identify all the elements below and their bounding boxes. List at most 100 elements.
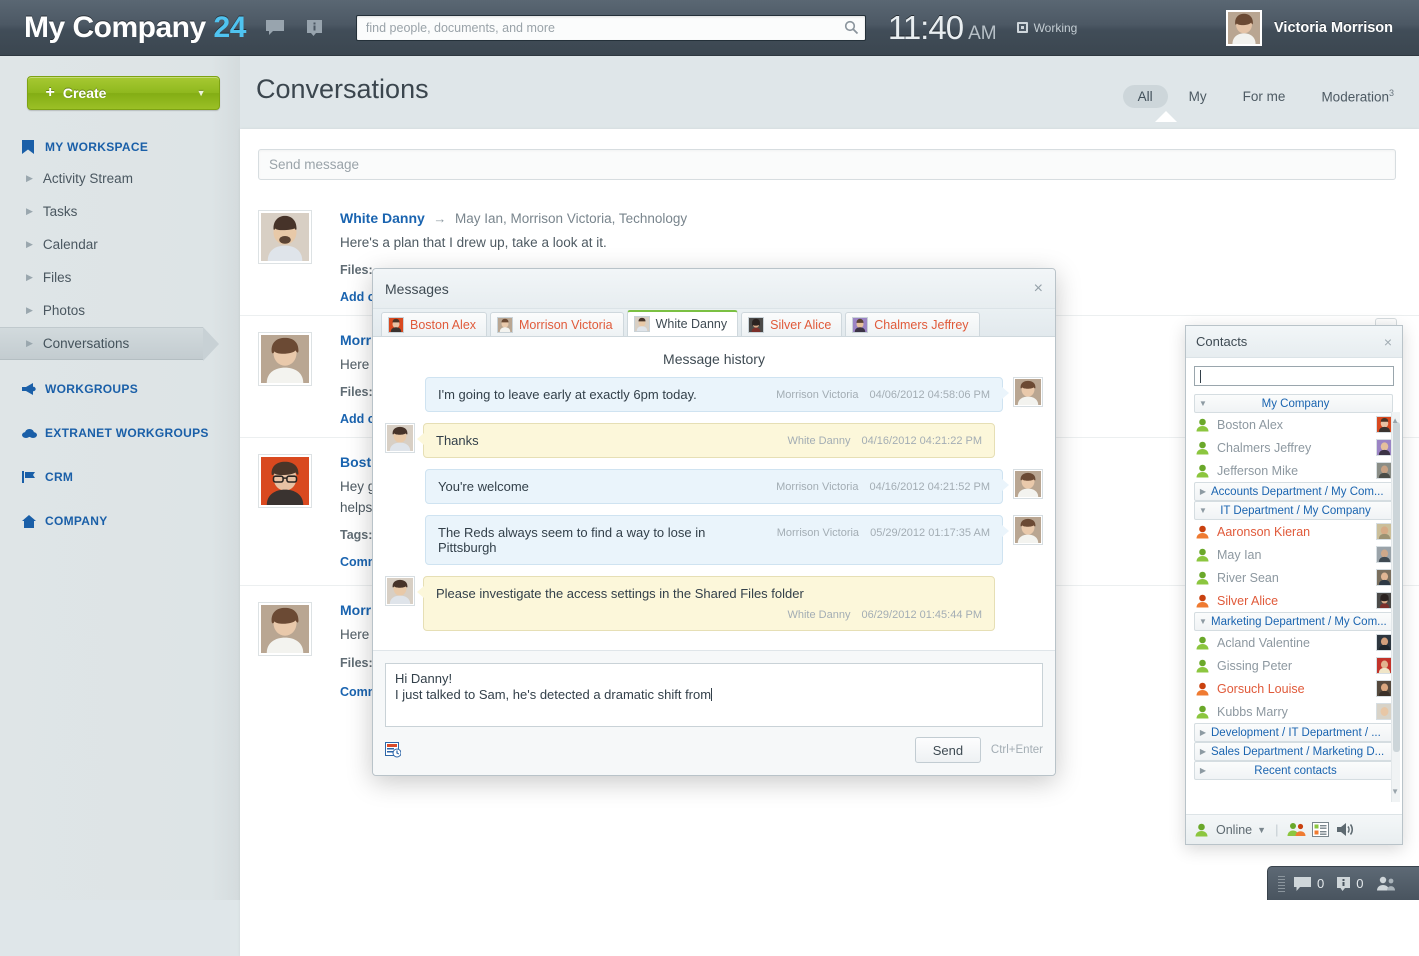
- message-tab-morrison-victoria[interactable]: Morrison Victoria: [490, 312, 624, 336]
- create-button[interactable]: + Create ▼: [27, 76, 220, 110]
- current-user[interactable]: Victoria Morrison: [1226, 10, 1393, 46]
- sidebar-item-photos[interactable]: ▶ Photos: [0, 294, 240, 327]
- chat-icon: [1294, 877, 1311, 891]
- close-icon[interactable]: ×: [1034, 281, 1043, 297]
- sound-icon[interactable]: [1337, 822, 1355, 838]
- chevron-up-icon[interactable]: ▲: [1391, 416, 1399, 425]
- sidebar-group-label: WORKGROUPS: [45, 382, 138, 396]
- tab-label: My: [1189, 89, 1207, 104]
- arrow-icon: →: [433, 211, 446, 226]
- tab-label: For me: [1243, 89, 1286, 104]
- sidebar-item-calendar[interactable]: ▶ Calendar: [0, 228, 240, 261]
- contact-item[interactable]: May Ian: [1186, 543, 1402, 566]
- status-selector-label[interactable]: Online: [1216, 823, 1252, 837]
- contacts-group-recent-contacts[interactable]: ▶ Recent contacts: [1194, 761, 1393, 780]
- app-logo[interactable]: My Company 24: [24, 11, 246, 45]
- contact-item[interactable]: Gorsuch Louise: [1186, 677, 1402, 700]
- add-comment-link[interactable]: Add c: [340, 290, 375, 304]
- post-author[interactable]: White Danny: [340, 210, 425, 226]
- avatar: [385, 423, 415, 453]
- sidebar-item-conversations[interactable]: ▶ Conversations: [0, 327, 203, 360]
- message-history-icon[interactable]: [385, 742, 401, 758]
- contact-item[interactable]: Gissing Peter: [1186, 654, 1402, 677]
- tab-my[interactable]: My: [1174, 85, 1222, 108]
- sidebar-group-my-workspace[interactable]: MY WORKSPACE: [0, 132, 240, 162]
- contact-item[interactable]: Boston Alex: [1186, 413, 1402, 436]
- scrollbar-thumb[interactable]: [1393, 422, 1400, 752]
- message-tab-label: Boston Alex: [410, 318, 476, 332]
- sidebar-group-company[interactable]: COMPANY: [0, 506, 240, 536]
- chevron-down-icon[interactable]: ▼: [1257, 825, 1266, 835]
- contacts-group-my-company[interactable]: ▼ My Company: [1194, 394, 1393, 413]
- tab-all[interactable]: All: [1123, 85, 1168, 108]
- chevron-right-icon: ▶: [1195, 728, 1211, 737]
- chat-icon[interactable]: [264, 17, 286, 39]
- contact-item[interactable]: Chalmers Jeffrey: [1186, 436, 1402, 459]
- tab-moderation[interactable]: Moderation3: [1306, 84, 1409, 109]
- contact-list-icon[interactable]: [1312, 822, 1330, 838]
- search-input[interactable]: [356, 15, 866, 41]
- contacts-search-input[interactable]: [1194, 366, 1394, 386]
- message-tab-silver-alice[interactable]: Silver Alice: [741, 312, 842, 336]
- spacer: [0, 360, 240, 374]
- close-icon[interactable]: ×: [1384, 334, 1392, 350]
- sidebar-item-files[interactable]: ▶ Files: [0, 261, 240, 294]
- message-time: 04/16/2012 04:21:22 PM: [862, 435, 982, 447]
- sidebar-item-label: Activity Stream: [43, 171, 133, 186]
- sidebar-group-workgroups[interactable]: WORKGROUPS: [0, 374, 240, 404]
- compose-input[interactable]: Hi Danny! I just talked to Sam, he's det…: [385, 663, 1043, 727]
- contact-item[interactable]: Aaronson Kieran: [1186, 520, 1402, 543]
- taskbar-messages[interactable]: 0: [1294, 876, 1324, 891]
- contact-item[interactable]: Kubbs Marry: [1186, 700, 1402, 723]
- contact-item[interactable]: Acland Valentine: [1186, 631, 1402, 654]
- sidebar-group-crm[interactable]: CRM: [0, 462, 240, 492]
- contacts-group-marketing-department[interactable]: ▼ Marketing Department / My Com...: [1194, 612, 1393, 631]
- search-icon[interactable]: [844, 20, 860, 36]
- contacts-group-sales-department[interactable]: ▶ Sales Department / Marketing D...: [1194, 742, 1393, 761]
- sidebar-item-activity-stream[interactable]: ▶ Activity Stream: [0, 162, 240, 195]
- user-status-icon: [1195, 823, 1208, 837]
- user-status-icon: [1196, 659, 1209, 673]
- contact-name: Gissing Peter: [1217, 659, 1376, 673]
- contacts-group-it-department[interactable]: ▼ IT Department / My Company: [1194, 501, 1393, 520]
- sidebar-item-tasks[interactable]: ▶ Tasks: [0, 195, 240, 228]
- contacts-group-development[interactable]: ▶ Development / IT Department / ...: [1194, 723, 1393, 742]
- flag-icon: [22, 471, 37, 483]
- message-tab-white-danny[interactable]: White Danny: [627, 310, 739, 336]
- global-search[interactable]: [356, 15, 866, 41]
- sidebar-item-label: Calendar: [43, 237, 98, 252]
- tab-for-me[interactable]: For me: [1228, 85, 1301, 108]
- chevron-down-icon[interactable]: ▼: [197, 88, 206, 98]
- post-author[interactable]: Bost: [340, 454, 371, 470]
- bubble-tail: [1002, 525, 1009, 537]
- group-label: IT Department / My Company: [1211, 505, 1392, 517]
- contact-item[interactable]: River Sean: [1186, 566, 1402, 589]
- contacts-scrollbar[interactable]: [1391, 412, 1400, 802]
- send-message-input[interactable]: Send message: [258, 149, 1396, 180]
- group-contacts-icon[interactable]: [1287, 822, 1305, 838]
- status-badge[interactable]: Working: [1017, 21, 1078, 35]
- chevron-right-icon: ▶: [26, 206, 33, 217]
- contact-name: Acland Valentine: [1217, 636, 1376, 650]
- chevron-down-icon[interactable]: ▼: [1391, 787, 1399, 796]
- send-button[interactable]: Send: [915, 737, 981, 763]
- message-tab-chalmers-jeffrey[interactable]: Chalmers Jeffrey: [845, 312, 979, 336]
- info-icon[interactable]: [304, 17, 326, 39]
- add-comment-link[interactable]: Add c: [340, 412, 375, 426]
- contact-item[interactable]: Silver Alice: [1186, 589, 1402, 612]
- taskbar-notifications[interactable]: 0: [1337, 876, 1363, 891]
- message-tab-boston-alex[interactable]: Boston Alex: [381, 312, 487, 336]
- spacer: [0, 404, 240, 418]
- contact-item[interactable]: Jefferson Mike: [1186, 459, 1402, 482]
- chevron-right-icon: ▶: [1195, 487, 1211, 496]
- drag-grip-icon[interactable]: [1278, 876, 1285, 892]
- messages-dialog: Messages × Boston Alex Morrison Victoria…: [372, 268, 1056, 776]
- contacts-group-accounts-department[interactable]: ▶ Accounts Department / My Com...: [1194, 482, 1393, 501]
- sidebar-group-extranet-workgroups[interactable]: EXTRANET WORKGROUPS: [0, 418, 240, 448]
- message-time: 06/29/2012 01:45:44 PM: [862, 609, 982, 621]
- message-row: Thanks White Danny 04/16/2012 04:21:22 P…: [385, 423, 1043, 458]
- bubble-tail: [417, 586, 424, 598]
- post-author[interactable]: Morr: [340, 332, 371, 348]
- clock-meridiem: AM: [968, 23, 997, 45]
- taskbar-people[interactable]: [1376, 876, 1402, 891]
